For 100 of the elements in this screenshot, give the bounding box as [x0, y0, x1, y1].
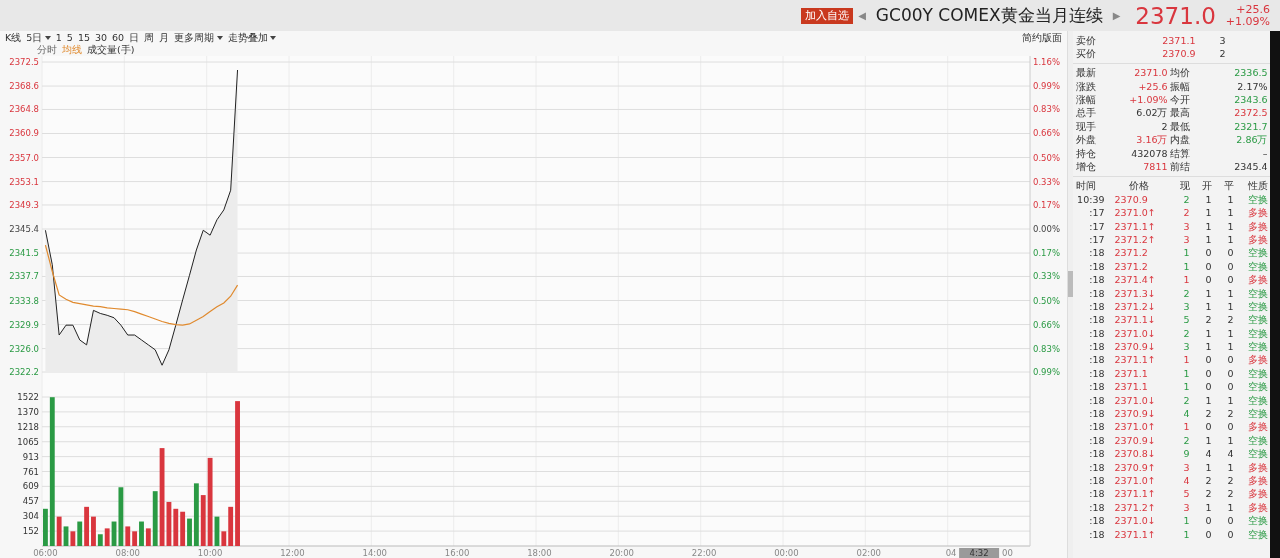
table-cell-text: 2370.9↑	[1113, 460, 1157, 474]
table-cell-text: :17	[1088, 219, 1106, 233]
table-cell-text: 2371.0↓	[1113, 514, 1157, 528]
period-tab[interactable]: 60	[112, 32, 125, 44]
table-cell-text: 3	[1182, 460, 1190, 474]
layout-link[interactable]: 简约版面	[1022, 32, 1062, 44]
table-cell-text: :18	[1088, 393, 1106, 408]
time-axis-label: 22:00	[691, 548, 717, 558]
period-dropdown[interactable]: 更多周期	[174, 32, 215, 44]
period-tab[interactable]: 月	[159, 32, 170, 44]
splitter-handle[interactable]	[1068, 271, 1073, 297]
volume-axis-label: 152	[22, 526, 39, 537]
column-header: 性质	[1246, 179, 1268, 193]
price-axis-label: 2357.0	[9, 152, 39, 163]
cursor-time: 4:32	[969, 548, 989, 558]
table-cell-text: 0	[1204, 527, 1212, 541]
add-watchlist-button[interactable]: 加入自选	[801, 7, 854, 24]
table-cell-text: 2371.2↑	[1113, 232, 1157, 247]
time-axis-label: 16:00	[444, 548, 470, 558]
volume-axis-label: 1218	[17, 421, 39, 432]
table-cell-text: 1	[1182, 246, 1190, 260]
price-axis-label: 2326.0	[9, 343, 39, 354]
volume-axis-label: 1522	[17, 392, 39, 402]
stat-value: 2371.0	[1133, 66, 1168, 80]
table-cell-text: 1	[1204, 206, 1212, 220]
table-cell-text: 1	[1226, 299, 1234, 314]
percent-axis-label: 0.50%	[1033, 295, 1060, 306]
percent-axis-label: 0.66%	[1033, 128, 1060, 139]
table-cell-text: 2371.2↓	[1113, 299, 1157, 314]
table-cell-text: 0	[1204, 380, 1212, 394]
period-tab[interactable]: 1	[55, 32, 62, 44]
quote-label: 买价	[1075, 46, 1097, 61]
table-cell-text: :18	[1088, 299, 1106, 314]
time-axis-label: 12:00	[280, 548, 305, 558]
table-cell-text: 2371.1↓	[1113, 313, 1157, 327]
stat-value: 3.16万	[1135, 133, 1168, 147]
table-cell-text: 2	[1204, 407, 1212, 421]
table-cell-text: 1	[1204, 460, 1212, 474]
table-cell-text: 2370.8↓	[1113, 447, 1157, 461]
stat-value: 2345.4	[1233, 160, 1268, 174]
table-cell-text: 2371.1	[1113, 380, 1149, 394]
table-cell-text: 2	[1204, 313, 1212, 327]
time-axis-label: 20:00	[609, 548, 634, 558]
stat-value: –	[1261, 146, 1268, 160]
table-cell-text: 2	[1182, 206, 1190, 220]
table-cell-text: 2370.9↓	[1113, 433, 1157, 448]
period-tab[interactable]: 日	[129, 32, 140, 44]
table-cell-text: 空换	[1246, 366, 1268, 381]
table-cell-text: 多换	[1246, 460, 1268, 474]
period-dropdown[interactable]: 走势叠加	[227, 32, 268, 44]
time-axis-label: 00:00	[774, 548, 799, 558]
table-cell-text: 多换	[1246, 219, 1268, 233]
volume-axis-label: 1370	[17, 406, 39, 417]
stat-value: 2343.6	[1233, 93, 1268, 107]
table-cell-text: 多换	[1246, 353, 1268, 367]
table-cell-text: 1	[1226, 206, 1234, 220]
stat-label: 增仓	[1075, 160, 1097, 174]
table-cell-text: 1	[1226, 433, 1234, 448]
table-cell-text: :18	[1088, 500, 1106, 515]
column-header: 价格	[1127, 179, 1150, 193]
price-axis-label: 2360.9	[9, 128, 39, 139]
legend-label: 分时	[37, 43, 57, 55]
table-cell-text: 1	[1204, 500, 1212, 515]
table-cell-text: :17	[1088, 206, 1106, 220]
period-tab[interactable]: 30	[94, 32, 108, 44]
table-cell-text: 0	[1226, 246, 1234, 260]
period-tab[interactable]: K线	[5, 32, 22, 44]
table-cell-text: 1	[1182, 420, 1190, 434]
stat-value: 6.02万	[1135, 106, 1168, 120]
table-cell-text: 2371.2	[1113, 259, 1149, 274]
period-tab[interactable]: 周	[144, 32, 155, 44]
table-cell-text: :18	[1088, 353, 1106, 367]
table-cell-text: 9	[1182, 447, 1190, 461]
price-change-percent: +1.09%	[1225, 15, 1270, 28]
time-axis-label: 00	[1002, 548, 1013, 558]
stat-label: 今开	[1169, 93, 1191, 107]
table-cell-text: 2	[1226, 487, 1234, 501]
price-axis-label: 2372.5	[9, 57, 39, 67]
table-cell-text: 3	[1182, 232, 1190, 247]
table-cell-text: 空换	[1246, 393, 1268, 408]
stat-value: 2.86万	[1235, 133, 1268, 147]
table-cell-text: :18	[1088, 340, 1106, 354]
price-axis-label: 2364.8	[9, 104, 39, 115]
table-cell-text: 0	[1226, 514, 1234, 528]
price-change: +25.6	[1236, 3, 1270, 16]
column-header: 时间	[1075, 179, 1097, 193]
table-cell-text: 多换	[1246, 474, 1268, 488]
price-axis-label: 2337.7	[9, 271, 39, 282]
period-tab[interactable]: 5	[66, 32, 73, 44]
period-tab[interactable]: 15	[77, 32, 90, 44]
stat-label: 前结	[1169, 160, 1191, 174]
table-cell-text: 1	[1226, 232, 1234, 247]
table-cell-text: 2371.0↑	[1113, 420, 1157, 434]
caret-icon	[216, 35, 223, 40]
table-cell-text: 2	[1182, 433, 1190, 448]
table-cell-text: 2370.9↓	[1113, 407, 1157, 421]
period-dropdown[interactable]: 5日	[26, 32, 43, 44]
column-header: 现	[1178, 179, 1190, 193]
stat-value: 2321.7	[1233, 119, 1268, 134]
table-cell-text: 4	[1204, 447, 1212, 461]
